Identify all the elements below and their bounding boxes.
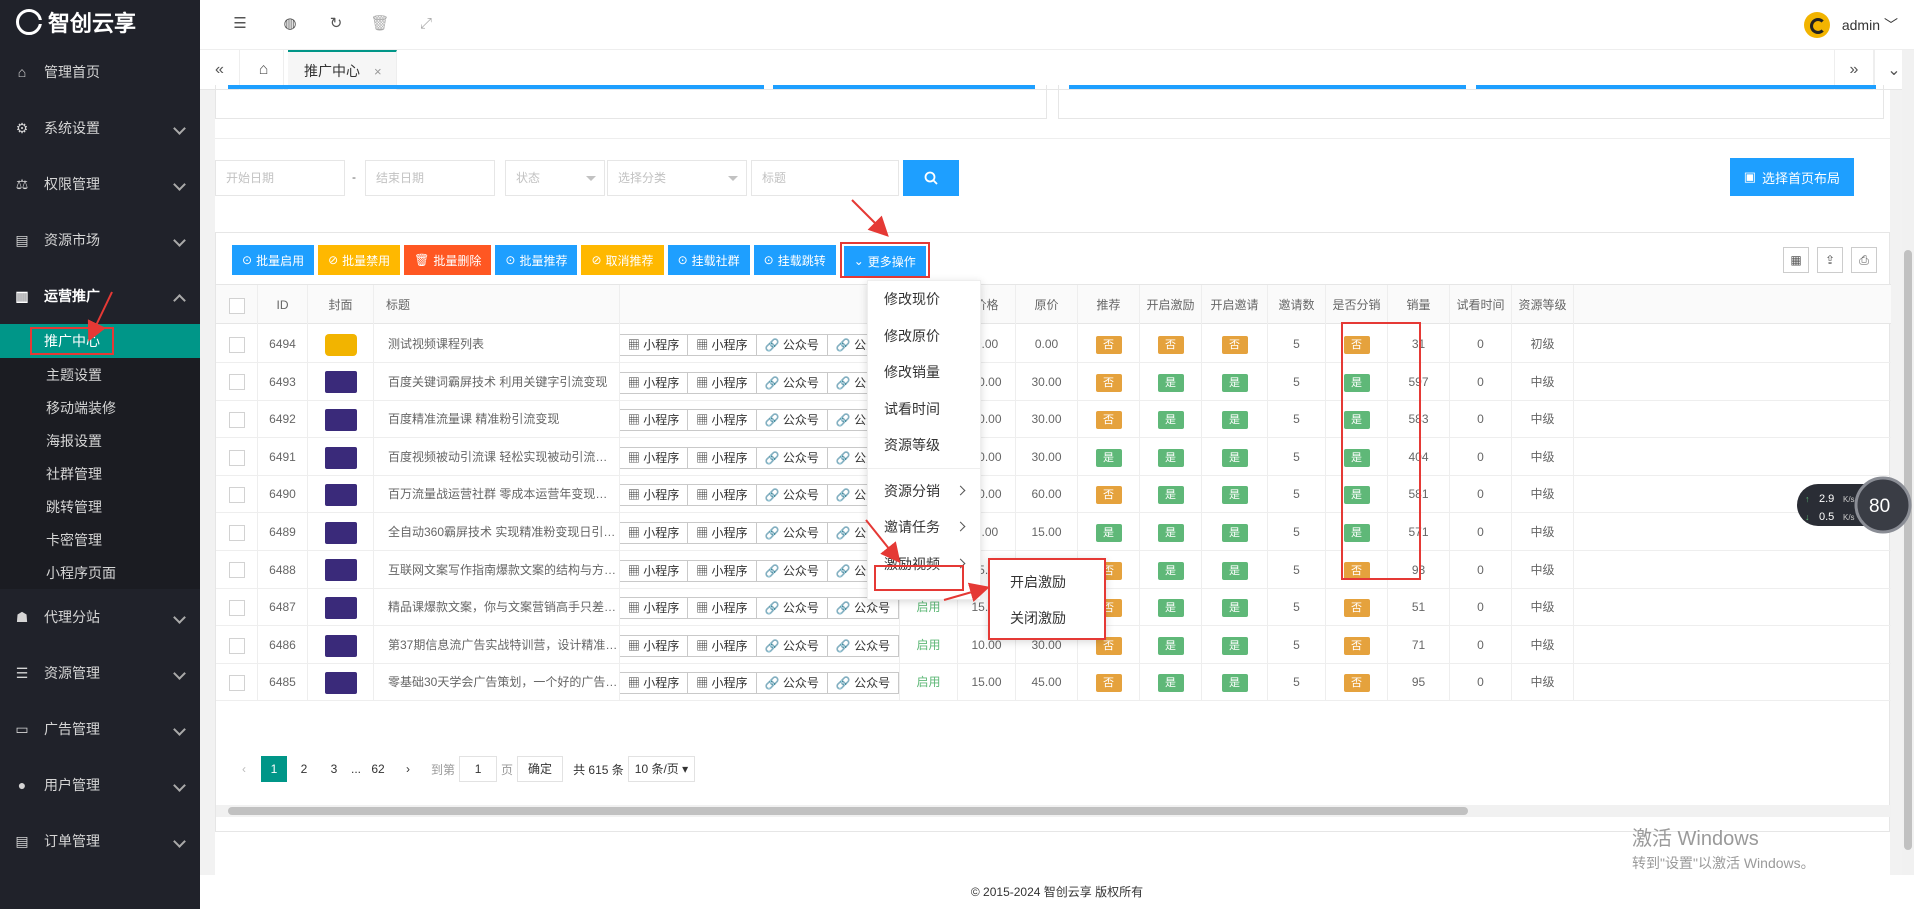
arrow-up-icon: ↑ bbox=[1805, 494, 1810, 504]
speed-widget: 2.9 K/s 0.5 K/s ↑ ↓ 80 bbox=[1795, 476, 1914, 534]
speed-down: 0.5 bbox=[1819, 511, 1834, 523]
watermark-line1: 激活 Windows bbox=[1632, 828, 1759, 850]
windows-watermark: 激活 Windows 转到"设置"以激活 Windows。 bbox=[1632, 822, 1815, 873]
speed-up-unit: K/s bbox=[1843, 495, 1855, 504]
speed-percent: 80 bbox=[1869, 496, 1890, 517]
speed-up: 2.9 bbox=[1819, 493, 1834, 505]
arrow-down-icon: ↓ bbox=[1805, 512, 1810, 522]
watermark-line2: 转到"设置"以激活 Windows。 bbox=[1632, 855, 1815, 871]
annotation-arrows bbox=[87, 199, 990, 603]
speed-down-unit: K/s bbox=[1843, 513, 1855, 522]
